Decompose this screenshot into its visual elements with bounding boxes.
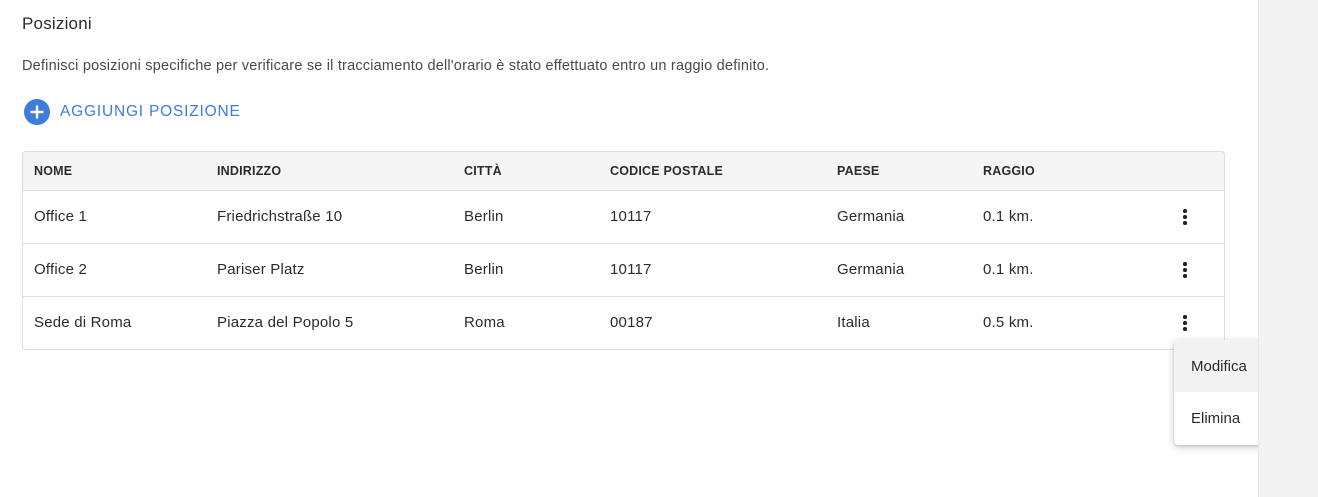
column-header-paese: PAESE [837,164,880,178]
column-header-indirizzo: INDIRIZZO [217,164,282,178]
add-location-button[interactable]: AGGIUNGI POSIZIONE [24,99,241,125]
table-row: Office 2 Pariser Platz Berlin 10117 Germ… [23,244,1224,297]
add-location-label: AGGIUNGI POSIZIONE [60,103,241,120]
cell-raggio: 0.1 km. [983,261,1034,278]
column-header-codice-postale: CODICE POSTALE [610,164,723,178]
cell-nome: Office 2 [34,261,88,278]
column-header-nome: NOME [34,164,73,178]
right-side-panel [1258,0,1318,497]
cell-paese: Italia [837,314,870,331]
cell-paese: Germania [837,261,905,278]
cell-indirizzo: Pariser Platz [217,261,305,278]
cell-codice-postale: 10117 [610,261,652,278]
locations-table: NOME INDIRIZZO CITTÀ CODICE POSTALE PAES… [22,151,1225,350]
table-row: Sede di Roma Piazza del Popolo 5 Roma 00… [23,297,1224,349]
cell-raggio: 0.1 km. [983,208,1034,225]
cell-indirizzo: Piazza del Popolo 5 [217,314,354,331]
column-header-citta: CITTÀ [464,164,502,178]
main-content: Posizioni Definisci posizioni specifiche… [0,0,1297,497]
table-row: Office 1 Friedrichstraße 10 Berlin 10117… [23,191,1224,244]
cell-indirizzo: Friedrichstraße 10 [217,208,343,225]
more-vertical-icon[interactable] [1175,311,1195,335]
more-vertical-icon[interactable] [1175,258,1195,282]
cell-citta: Berlin [464,261,504,278]
cell-codice-postale: 00187 [610,314,653,331]
cell-codice-postale: 10117 [610,208,652,225]
cell-citta: Berlin [464,208,504,225]
column-header-raggio: RAGGIO [983,164,1035,178]
cell-nome: Sede di Roma [34,314,132,331]
plus-circle-icon [24,99,50,125]
cell-citta: Roma [464,314,505,331]
section-description: Definisci posizioni specifiche per verif… [22,58,770,74]
cell-paese: Germania [837,208,905,225]
more-vertical-icon[interactable] [1175,205,1195,229]
table-header: NOME INDIRIZZO CITTÀ CODICE POSTALE PAES… [23,152,1224,191]
cell-nome: Office 1 [34,208,88,225]
section-title: Posizioni [22,14,92,33]
cell-raggio: 0.5 km. [983,314,1034,331]
